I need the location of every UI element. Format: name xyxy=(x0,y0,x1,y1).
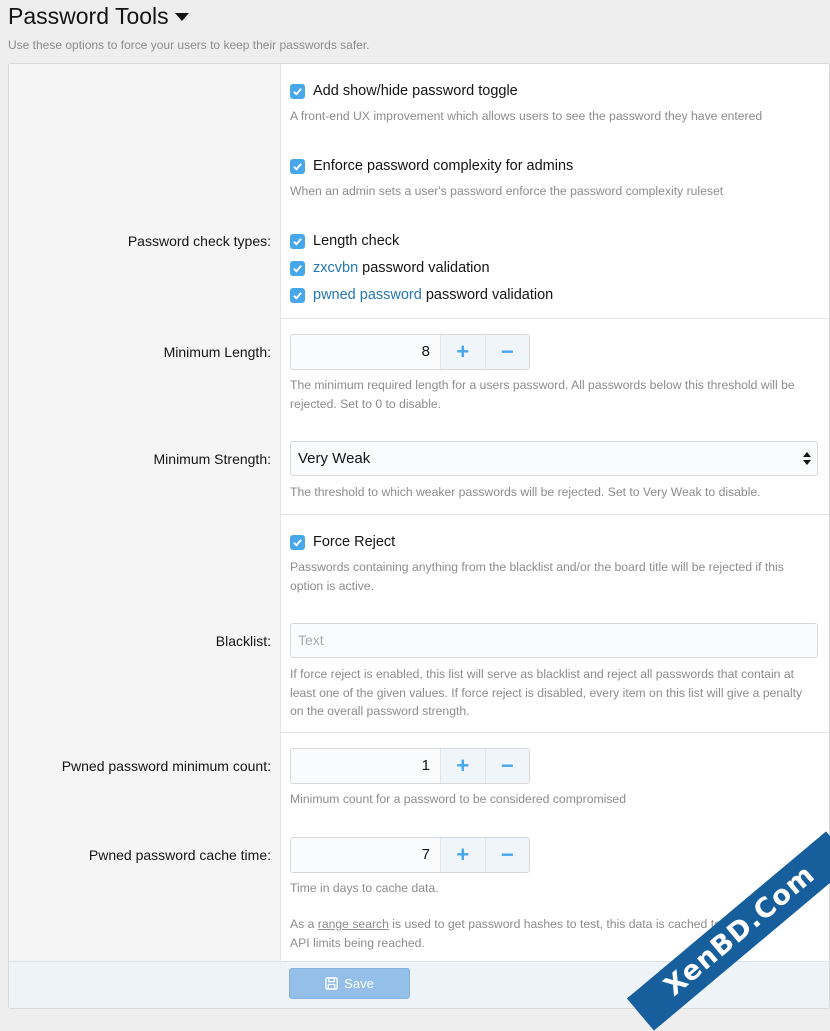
enforce-admin-hint: When an admin sets a user's password enf… xyxy=(290,184,724,198)
length-check-checkbox[interactable]: Length check xyxy=(290,231,818,251)
pwned-cache-stepper[interactable]: 7 + − xyxy=(290,837,530,873)
zxcvbn-checkbox[interactable]: zxcvbn password validation xyxy=(290,258,818,278)
pwned-min-hint: Minimum count for a password to be consi… xyxy=(290,792,626,806)
pwned-cache-label: Pwned password cache time: xyxy=(88,847,271,863)
show-hide-label: Add show/hide password toggle xyxy=(313,83,518,99)
checkbox-checked-icon[interactable] xyxy=(290,233,305,249)
check-types-label: Password check types: xyxy=(127,233,271,249)
checkbox-checked-icon[interactable] xyxy=(290,534,305,550)
min-length-input[interactable]: 8 xyxy=(291,335,441,369)
blacklist-input[interactable]: Text xyxy=(290,623,818,658)
decrement-button[interactable]: − xyxy=(484,749,529,783)
min-strength-label: Minimum Strength: xyxy=(153,451,271,467)
range-search-link[interactable]: range search xyxy=(318,917,389,931)
divider xyxy=(281,514,829,515)
note-prefix: As a xyxy=(290,917,318,931)
min-length-stepper[interactable]: 8 + − xyxy=(290,334,530,370)
page-header: Password Tools Use these options to forc… xyxy=(8,0,822,52)
page-description: Use these options to force your users to… xyxy=(8,38,370,52)
pwned-text: password validation xyxy=(421,287,554,303)
increment-button[interactable]: + xyxy=(441,335,485,369)
show-hide-checkbox[interactable]: Add show/hide password toggle xyxy=(290,81,818,101)
page-title[interactable]: Password Tools xyxy=(8,1,822,31)
min-strength-value: Very Weak xyxy=(298,450,371,467)
min-length-hint: The minimum required length for a users … xyxy=(290,378,795,411)
blacklist-hint: If force reject is enabled, this list wi… xyxy=(290,667,803,718)
label-column xyxy=(9,64,281,1008)
zxcvbn-text: password validation xyxy=(358,260,490,276)
force-reject-label: Force Reject xyxy=(313,534,396,550)
pwned-password-link[interactable]: pwned password xyxy=(313,287,422,303)
note-suffix: is used to get password hashes to test, … xyxy=(388,917,721,931)
decrement-button[interactable]: − xyxy=(484,335,529,369)
min-strength-hint: The threshold to which weaker passwords … xyxy=(290,485,761,499)
enforce-admin-checkbox[interactable]: Enforce password complexity for admins xyxy=(290,156,818,176)
pwned-cache-hint: Time in days to cache data. xyxy=(290,881,439,895)
force-reject-checkbox[interactable]: Force Reject xyxy=(290,532,818,552)
decrement-button[interactable]: − xyxy=(484,838,529,872)
min-length-label: Minimum Length: xyxy=(163,344,271,360)
length-check-label: Length check xyxy=(313,233,400,249)
save-button[interactable]: Save xyxy=(289,968,410,999)
checkbox-checked-icon[interactable] xyxy=(290,287,305,303)
blacklist-label: Blacklist: xyxy=(215,633,271,649)
save-label: Save xyxy=(344,976,374,991)
page-title-text: Password Tools xyxy=(8,3,169,29)
save-icon xyxy=(325,977,338,990)
pwned-min-input[interactable]: 1 xyxy=(291,749,441,783)
increment-button[interactable]: + xyxy=(441,749,485,783)
show-hide-hint: A front-end UX improvement which allows … xyxy=(290,109,763,123)
zxcvbn-link[interactable]: zxcvbn xyxy=(313,260,358,276)
checkbox-checked-icon[interactable] xyxy=(290,83,305,99)
caret-down-icon[interactable] xyxy=(174,13,189,21)
divider xyxy=(281,318,829,319)
note-tail: API limits being reached. xyxy=(290,935,425,950)
increment-button[interactable]: + xyxy=(441,838,485,872)
pwned-min-label: Pwned password minimum count: xyxy=(61,758,271,774)
divider xyxy=(281,732,829,733)
checkbox-checked-icon[interactable] xyxy=(290,158,305,174)
force-reject-hint: Passwords containing anything from the b… xyxy=(290,560,784,593)
enforce-admin-label: Enforce password complexity for admins xyxy=(313,158,574,174)
select-arrows-icon xyxy=(803,452,811,466)
checkbox-checked-icon[interactable] xyxy=(290,260,305,276)
pwned-cache-input[interactable]: 7 xyxy=(291,838,441,872)
pwned-min-stepper[interactable]: 1 + − xyxy=(290,748,530,784)
pwned-checkbox[interactable]: pwned password password validation xyxy=(290,285,818,305)
min-strength-select[interactable]: Very Weak xyxy=(290,441,818,476)
options-block: Add show/hide password toggle A front-en… xyxy=(8,63,830,1009)
